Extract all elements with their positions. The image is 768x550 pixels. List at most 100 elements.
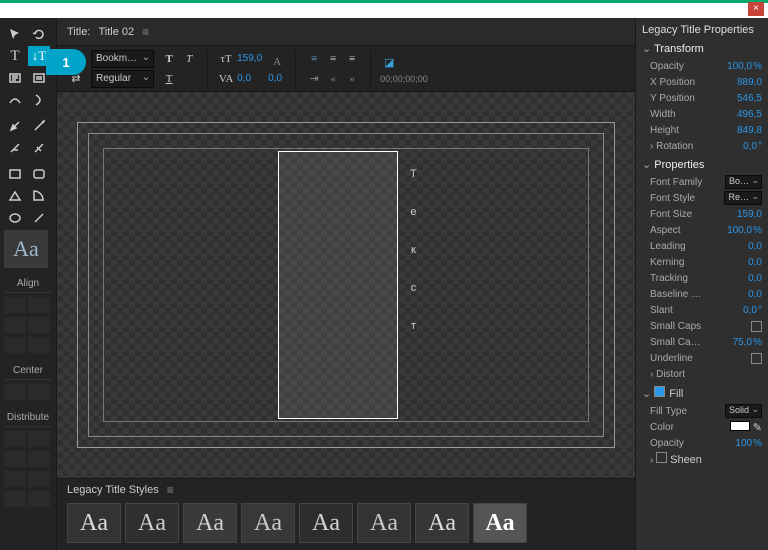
val-rotation[interactable]: 0,0 — [743, 141, 757, 152]
dd-filltype[interactable]: Solid — [725, 404, 762, 418]
area-type-tool[interactable] — [4, 68, 26, 88]
align-btn[interactable] — [28, 297, 50, 313]
val-fopacity[interactable]: 100 — [735, 438, 752, 449]
kern-value[interactable]: 0,0 — [237, 73, 251, 84]
align-btn[interactable] — [28, 337, 50, 353]
dist-btn[interactable] — [28, 451, 50, 467]
lbl-fontsize: Font Size — [650, 209, 692, 220]
style-swatch[interactable]: Aa — [241, 503, 295, 543]
line-tool[interactable] — [28, 208, 50, 228]
dist-btn[interactable] — [4, 491, 26, 507]
dist-btn[interactable] — [4, 471, 26, 487]
add-anchor-tool[interactable] — [28, 116, 50, 136]
center-btn[interactable] — [28, 384, 50, 400]
font-family-dropdown[interactable]: Bookm… — [91, 50, 154, 68]
align-btn[interactable] — [4, 337, 26, 353]
val-kerning[interactable]: 0,0 — [748, 257, 762, 268]
selection-tool[interactable] — [4, 24, 26, 44]
val-aspect[interactable]: 100,0 — [727, 225, 752, 236]
tab-icon[interactable]: » — [343, 70, 361, 88]
val-opacity[interactable]: 100,0 — [727, 61, 752, 72]
dist-btn[interactable] — [28, 491, 50, 507]
group-transform[interactable]: Transform — [642, 42, 762, 55]
align-btn[interactable] — [4, 297, 26, 313]
panel-menu-icon[interactable]: ≡ — [167, 483, 174, 497]
dist-btn[interactable] — [4, 451, 26, 467]
group-properties[interactable]: Properties — [642, 158, 762, 171]
rounded-rect-tool[interactable] — [28, 164, 50, 184]
dist-btn[interactable] — [4, 431, 26, 447]
vertical-path-type-tool[interactable] — [28, 90, 50, 110]
lbl-width: Width — [650, 109, 676, 120]
italic-icon[interactable]: T — [180, 50, 198, 68]
center-btn[interactable] — [4, 384, 26, 400]
tab-icon[interactable]: ⇥ — [305, 70, 323, 88]
val-smallcapsz[interactable]: 75,0 — [733, 337, 752, 348]
style-swatch[interactable]: Aa — [125, 503, 179, 543]
val-ypos[interactable]: 546,5 — [737, 93, 762, 104]
align-left-icon[interactable]: ≡ — [305, 50, 323, 68]
title-text[interactable]: Текст — [394, 155, 432, 345]
ck-fill[interactable] — [654, 386, 665, 397]
style-swatch[interactable]: Aa — [299, 503, 353, 543]
rectangle-tool[interactable] — [4, 164, 26, 184]
text-bounding-box[interactable] — [278, 151, 398, 419]
panel-menu-icon[interactable]: ≡ — [142, 25, 149, 39]
eyedropper-icon[interactable]: ✎ — [753, 422, 762, 434]
val-width[interactable]: 496,5 — [737, 109, 762, 120]
val-height[interactable]: 849,8 — [737, 125, 762, 136]
title-canvas[interactable]: Текст — [57, 92, 635, 478]
val-xpos[interactable]: 889,0 — [737, 77, 762, 88]
distribute-section: Distribute — [4, 412, 52, 427]
lbl-aspect: Aspect — [650, 225, 681, 236]
group-fill[interactable]: Fill — [642, 386, 762, 400]
rotate-tool[interactable] — [28, 24, 50, 44]
dd-fontsty[interactable]: Re… — [724, 191, 762, 205]
lbl-height: Height — [650, 125, 679, 136]
title-name: Title 02 — [98, 26, 134, 38]
ck-underline[interactable] — [751, 353, 762, 364]
ck-sheen[interactable] — [656, 452, 667, 463]
main-panel: Title: Title 02 ≡ ⊞⇄ Bookm… Regular TTT … — [56, 18, 636, 550]
dd-fontfam[interactable]: Bo… — [725, 175, 762, 189]
dist-btn[interactable] — [28, 471, 50, 487]
style-swatch[interactable]: Aa — [415, 503, 469, 543]
dist-btn[interactable] — [28, 431, 50, 447]
lbl-leading: Leading — [650, 241, 686, 252]
leading-value[interactable]: 0,0 — [268, 73, 282, 84]
lbl-rotation[interactable]: Rotation — [650, 141, 693, 152]
close-button[interactable]: × — [748, 2, 764, 16]
style-swatch[interactable]: Aa — [357, 503, 411, 543]
align-btn[interactable] — [4, 317, 26, 333]
type-tool[interactable]: T — [4, 46, 26, 66]
align-right-icon[interactable]: ≡ — [343, 50, 361, 68]
arc-tool[interactable] — [28, 186, 50, 206]
convert-anchor-tool[interactable] — [28, 138, 50, 158]
ck-smallcaps[interactable] — [751, 321, 762, 332]
style-swatch[interactable]: Aa — [4, 230, 48, 268]
style-swatch[interactable]: Aa — [67, 503, 121, 543]
underline-icon[interactable]: T — [160, 70, 178, 88]
delete-anchor-tool[interactable] — [4, 138, 26, 158]
lbl-distort[interactable]: Distort — [650, 369, 685, 380]
wedge-tool[interactable] — [4, 186, 26, 206]
val-baseline[interactable]: 0,0 — [748, 289, 762, 300]
tab-icon[interactable]: « — [324, 70, 342, 88]
style-swatch[interactable]: Aa — [473, 503, 527, 543]
align-btn[interactable] — [28, 317, 50, 333]
lbl-sheen[interactable]: Sheen — [650, 452, 702, 466]
show-video-icon[interactable]: ◪ — [380, 54, 398, 72]
pen-tool[interactable] — [4, 116, 26, 136]
val-slant[interactable]: 0,0 — [743, 305, 757, 316]
val-leading[interactable]: 0,0 — [748, 241, 762, 252]
val-tracking[interactable]: 0,0 — [748, 273, 762, 284]
font-style-dropdown[interactable]: Regular — [91, 70, 154, 88]
ellipse-tool[interactable] — [4, 208, 26, 228]
path-type-tool[interactable] — [4, 90, 26, 110]
bold-icon[interactable]: T — [160, 50, 178, 68]
size-value[interactable]: 159,0 — [237, 53, 262, 64]
style-swatch[interactable]: Aa — [183, 503, 237, 543]
val-fontsize[interactable]: 159,0 — [737, 209, 762, 220]
color-swatch[interactable] — [730, 421, 750, 431]
align-center-icon[interactable]: ≡ — [324, 50, 342, 68]
